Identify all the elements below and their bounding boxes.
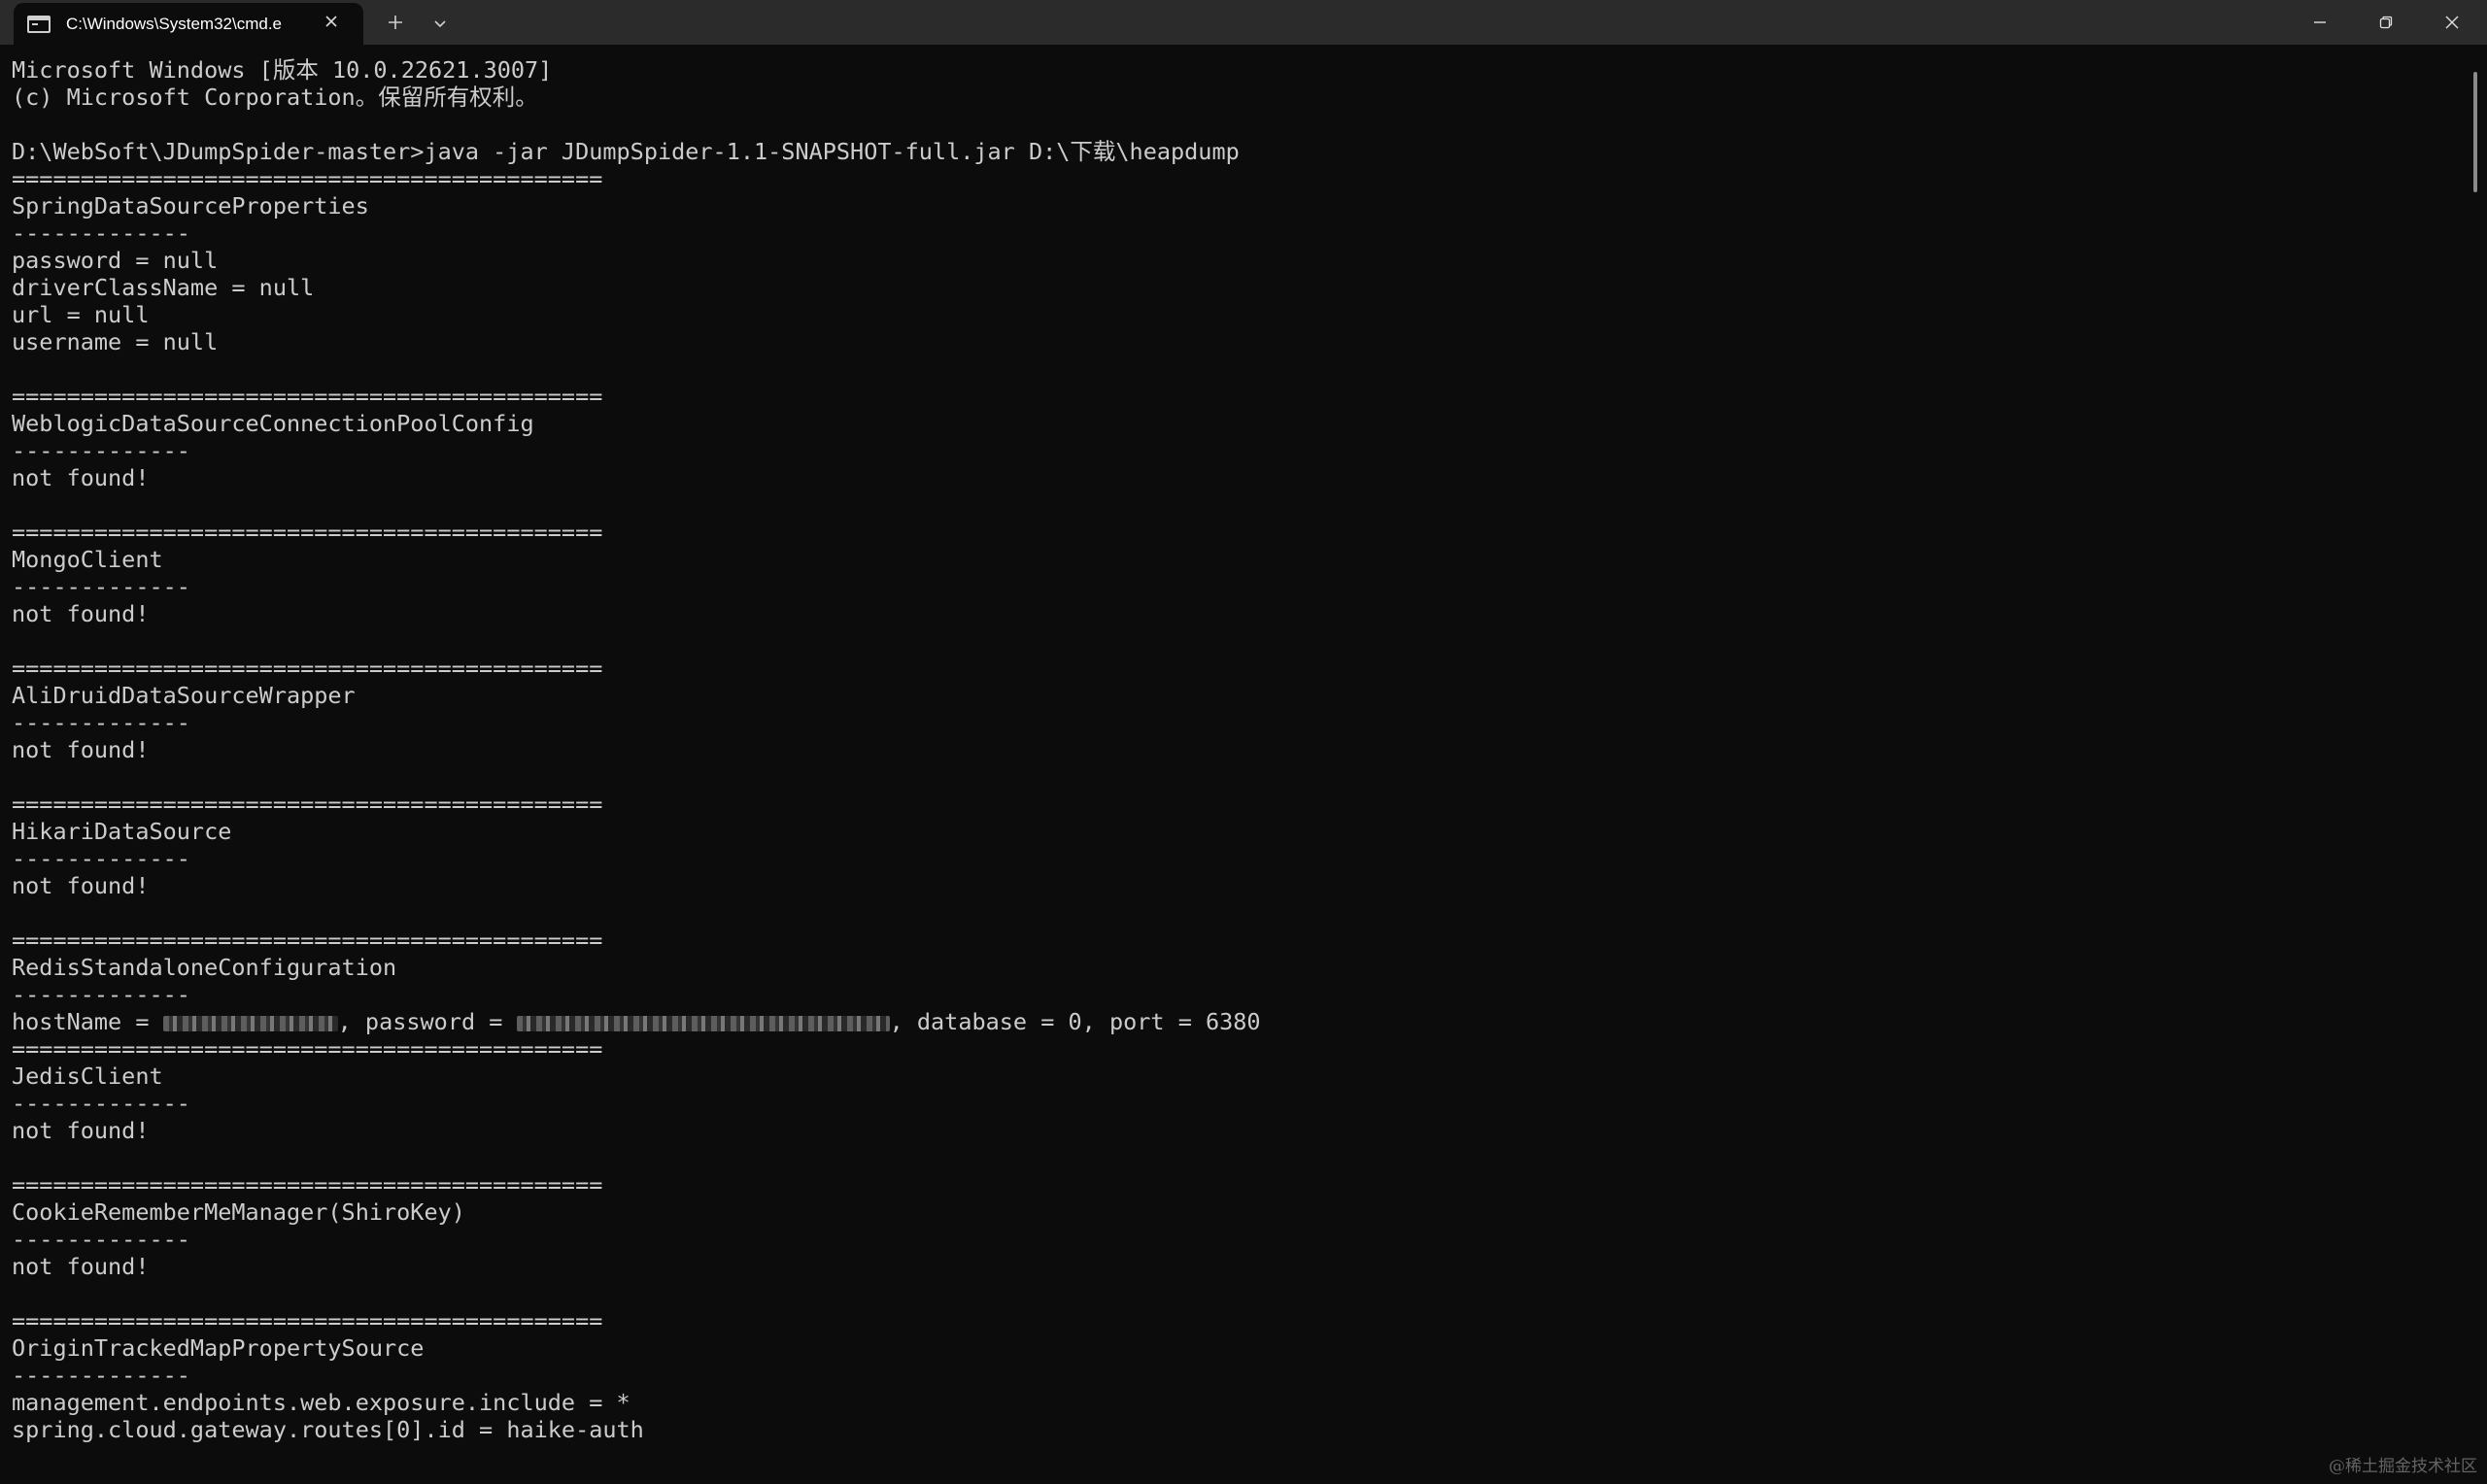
terminal-line: (c) Microsoft Corporation。保留所有权利。 [12,84,538,111]
tab-title: C:\Windows\System32\cmd.e [66,14,283,33]
terminal-line: ========================================… [12,1171,603,1198]
scrollbar-thumb[interactable] [2473,72,2477,192]
terminal-line: ------------- [12,845,190,872]
terminal-line: spring.cloud.gateway.routes[0].id = haik… [12,1416,644,1443]
terminal-line: driverClassName = null [12,274,315,301]
terminal-line: CookieRememberMeManager(ShiroKey) [12,1198,465,1226]
terminal-line: ------------- [12,709,190,736]
terminal-line: hostName = , password = , database = 0, … [12,1008,1261,1035]
terminal-line: SpringDataSourceProperties [12,192,369,219]
restore-button[interactable] [2353,0,2419,45]
terminal-line: ========================================… [12,383,603,410]
terminal-line: not found! [12,600,150,627]
terminal-line: AliDruidDataSourceWrapper [12,682,356,709]
minimize-icon [2314,21,2326,23]
plus-icon [389,16,402,29]
redis-password-label: , password = [337,1008,517,1035]
terminal-line: OriginTrackedMapPropertySource [12,1334,425,1362]
terminal-line: RedisStandaloneConfiguration [12,954,397,981]
tab-close-icon[interactable] [321,13,342,34]
terminal-line: management.endpoints.web.exposure.includ… [12,1389,630,1416]
new-tab-button[interactable] [381,8,410,37]
close-icon [2445,16,2459,29]
terminal-line: ========================================… [12,655,603,682]
terminal-line: ------------- [12,573,190,600]
title-bar[interactable]: C:\Windows\System32\cmd.e [0,0,2487,45]
terminal-line: ========================================… [12,1035,603,1062]
terminal-icon [27,15,51,33]
terminal-line: username = null [12,328,219,355]
terminal-line: url = null [12,301,150,328]
terminal-line: not found! [12,464,150,491]
terminal-line: password = null [12,247,219,274]
terminal-line: ------------- [12,981,190,1008]
terminal-line: not found! [12,872,150,899]
terminal-output[interactable]: Microsoft Windows [版本 10.0.22621.3007] (c… [0,45,2468,1484]
terminal-line: ------------- [12,437,190,464]
terminal-line: D:\WebSoft\JDumpSpider-master>java -jar … [12,138,1240,165]
tab-cmd[interactable]: C:\Windows\System32\cmd.e [14,3,363,45]
terminal-line: ========================================… [12,791,603,818]
watermark: @稀土掘金技术社区 [2329,1457,2477,1476]
terminal-line: Microsoft Windows [版本 10.0.22621.3007] [12,56,553,84]
redis-host-label: hostName = [12,1008,163,1035]
restore-icon [2379,16,2393,29]
terminal-line: WeblogicDataSourceConnectionPoolConfig [12,410,534,437]
terminal-line: not found! [12,1253,150,1280]
tab-dropdown-button[interactable] [426,8,455,37]
redacted-password [516,1015,890,1031]
terminal-line: not found! [12,736,150,763]
minimize-button[interactable] [2287,0,2353,45]
redacted-hostname [162,1015,338,1031]
terminal-line: JedisClient [12,1062,163,1090]
cmd-window: C:\Windows\System32\cmd.e Microsoft Wind… [0,0,2487,1484]
terminal-line: HikariDataSource [12,818,232,845]
terminal-line: ------------- [12,219,190,247]
close-window-button[interactable] [2419,0,2485,45]
terminal-line: not found! [12,1117,150,1144]
redis-tail: , database = 0, port = 6380 [889,1008,1261,1035]
terminal-line: ========================================… [12,1307,603,1334]
terminal-line: MongoClient [12,546,163,573]
terminal-line: ========================================… [12,519,603,546]
terminal-line: ========================================… [12,927,603,954]
terminal-line: ------------- [12,1226,190,1253]
terminal-line: ========================================… [12,165,603,192]
terminal-line: ------------- [12,1090,190,1117]
chevron-down-icon [434,20,446,28]
terminal-line: ------------- [12,1362,190,1389]
close-icon [325,16,337,27]
scrollbar[interactable] [2473,51,2477,1478]
